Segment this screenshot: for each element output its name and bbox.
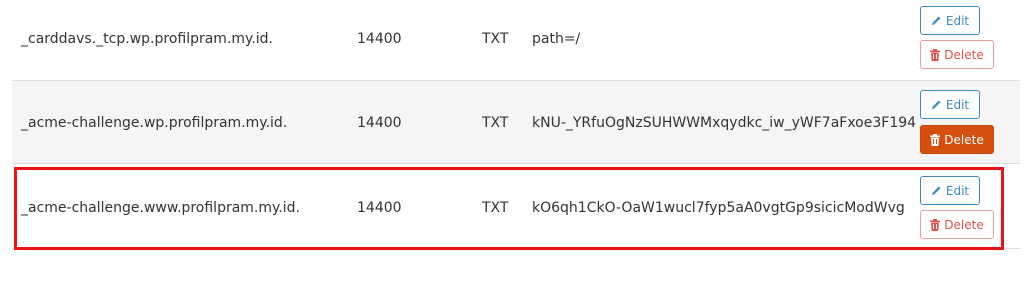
record-value: kO6qh1CkO-OaW1wucl7fyp5aA0vgtGp9sicicMod… xyxy=(532,200,905,216)
delete-button[interactable]: Delete xyxy=(920,125,994,154)
table-row: _carddavs._tcp.wp.profilpram.my.id. 1440… xyxy=(12,0,1020,81)
record-value: path=/ xyxy=(532,31,581,47)
record-ttl: 14400 xyxy=(357,115,402,131)
table-row: _acme-challenge.wp.profilpram.my.id. 144… xyxy=(12,81,1020,164)
pencil-icon xyxy=(931,185,942,196)
pencil-icon xyxy=(931,99,942,110)
record-value: kNU-_YRfuOgNzSUHWWMxqydkc_iw_yWF7aFxoe3F… xyxy=(532,115,917,131)
record-type: TXT xyxy=(482,200,509,216)
edit-button[interactable]: Edit xyxy=(920,90,980,119)
edit-button[interactable]: Edit xyxy=(920,6,980,35)
trash-icon xyxy=(930,133,941,146)
trash-icon xyxy=(930,218,941,231)
delete-label: Delete xyxy=(944,217,984,232)
delete-button[interactable]: Delete xyxy=(920,210,994,239)
record-ttl: 14400 xyxy=(357,31,402,47)
edit-button[interactable]: Edit xyxy=(920,176,980,205)
trash-icon xyxy=(930,48,941,61)
edit-label: Edit xyxy=(945,97,970,112)
record-ttl: 14400 xyxy=(357,200,402,216)
edit-label: Edit xyxy=(945,183,970,198)
delete-label: Delete xyxy=(944,47,984,62)
record-type: TXT xyxy=(482,31,509,47)
record-name: _carddavs._tcp.wp.profilpram.my.id. xyxy=(21,31,273,47)
record-name: _acme-challenge.wp.profilpram.my.id. xyxy=(21,115,288,131)
delete-button[interactable]: Delete xyxy=(920,40,994,69)
table-row: _acme-challenge.www.profilpram.my.id. 14… xyxy=(12,164,1020,249)
delete-label: Delete xyxy=(944,132,984,147)
record-name: _acme-challenge.www.profilpram.my.id. xyxy=(21,200,300,216)
edit-label: Edit xyxy=(945,13,970,28)
record-type: TXT xyxy=(482,115,509,131)
pencil-icon xyxy=(931,15,942,26)
